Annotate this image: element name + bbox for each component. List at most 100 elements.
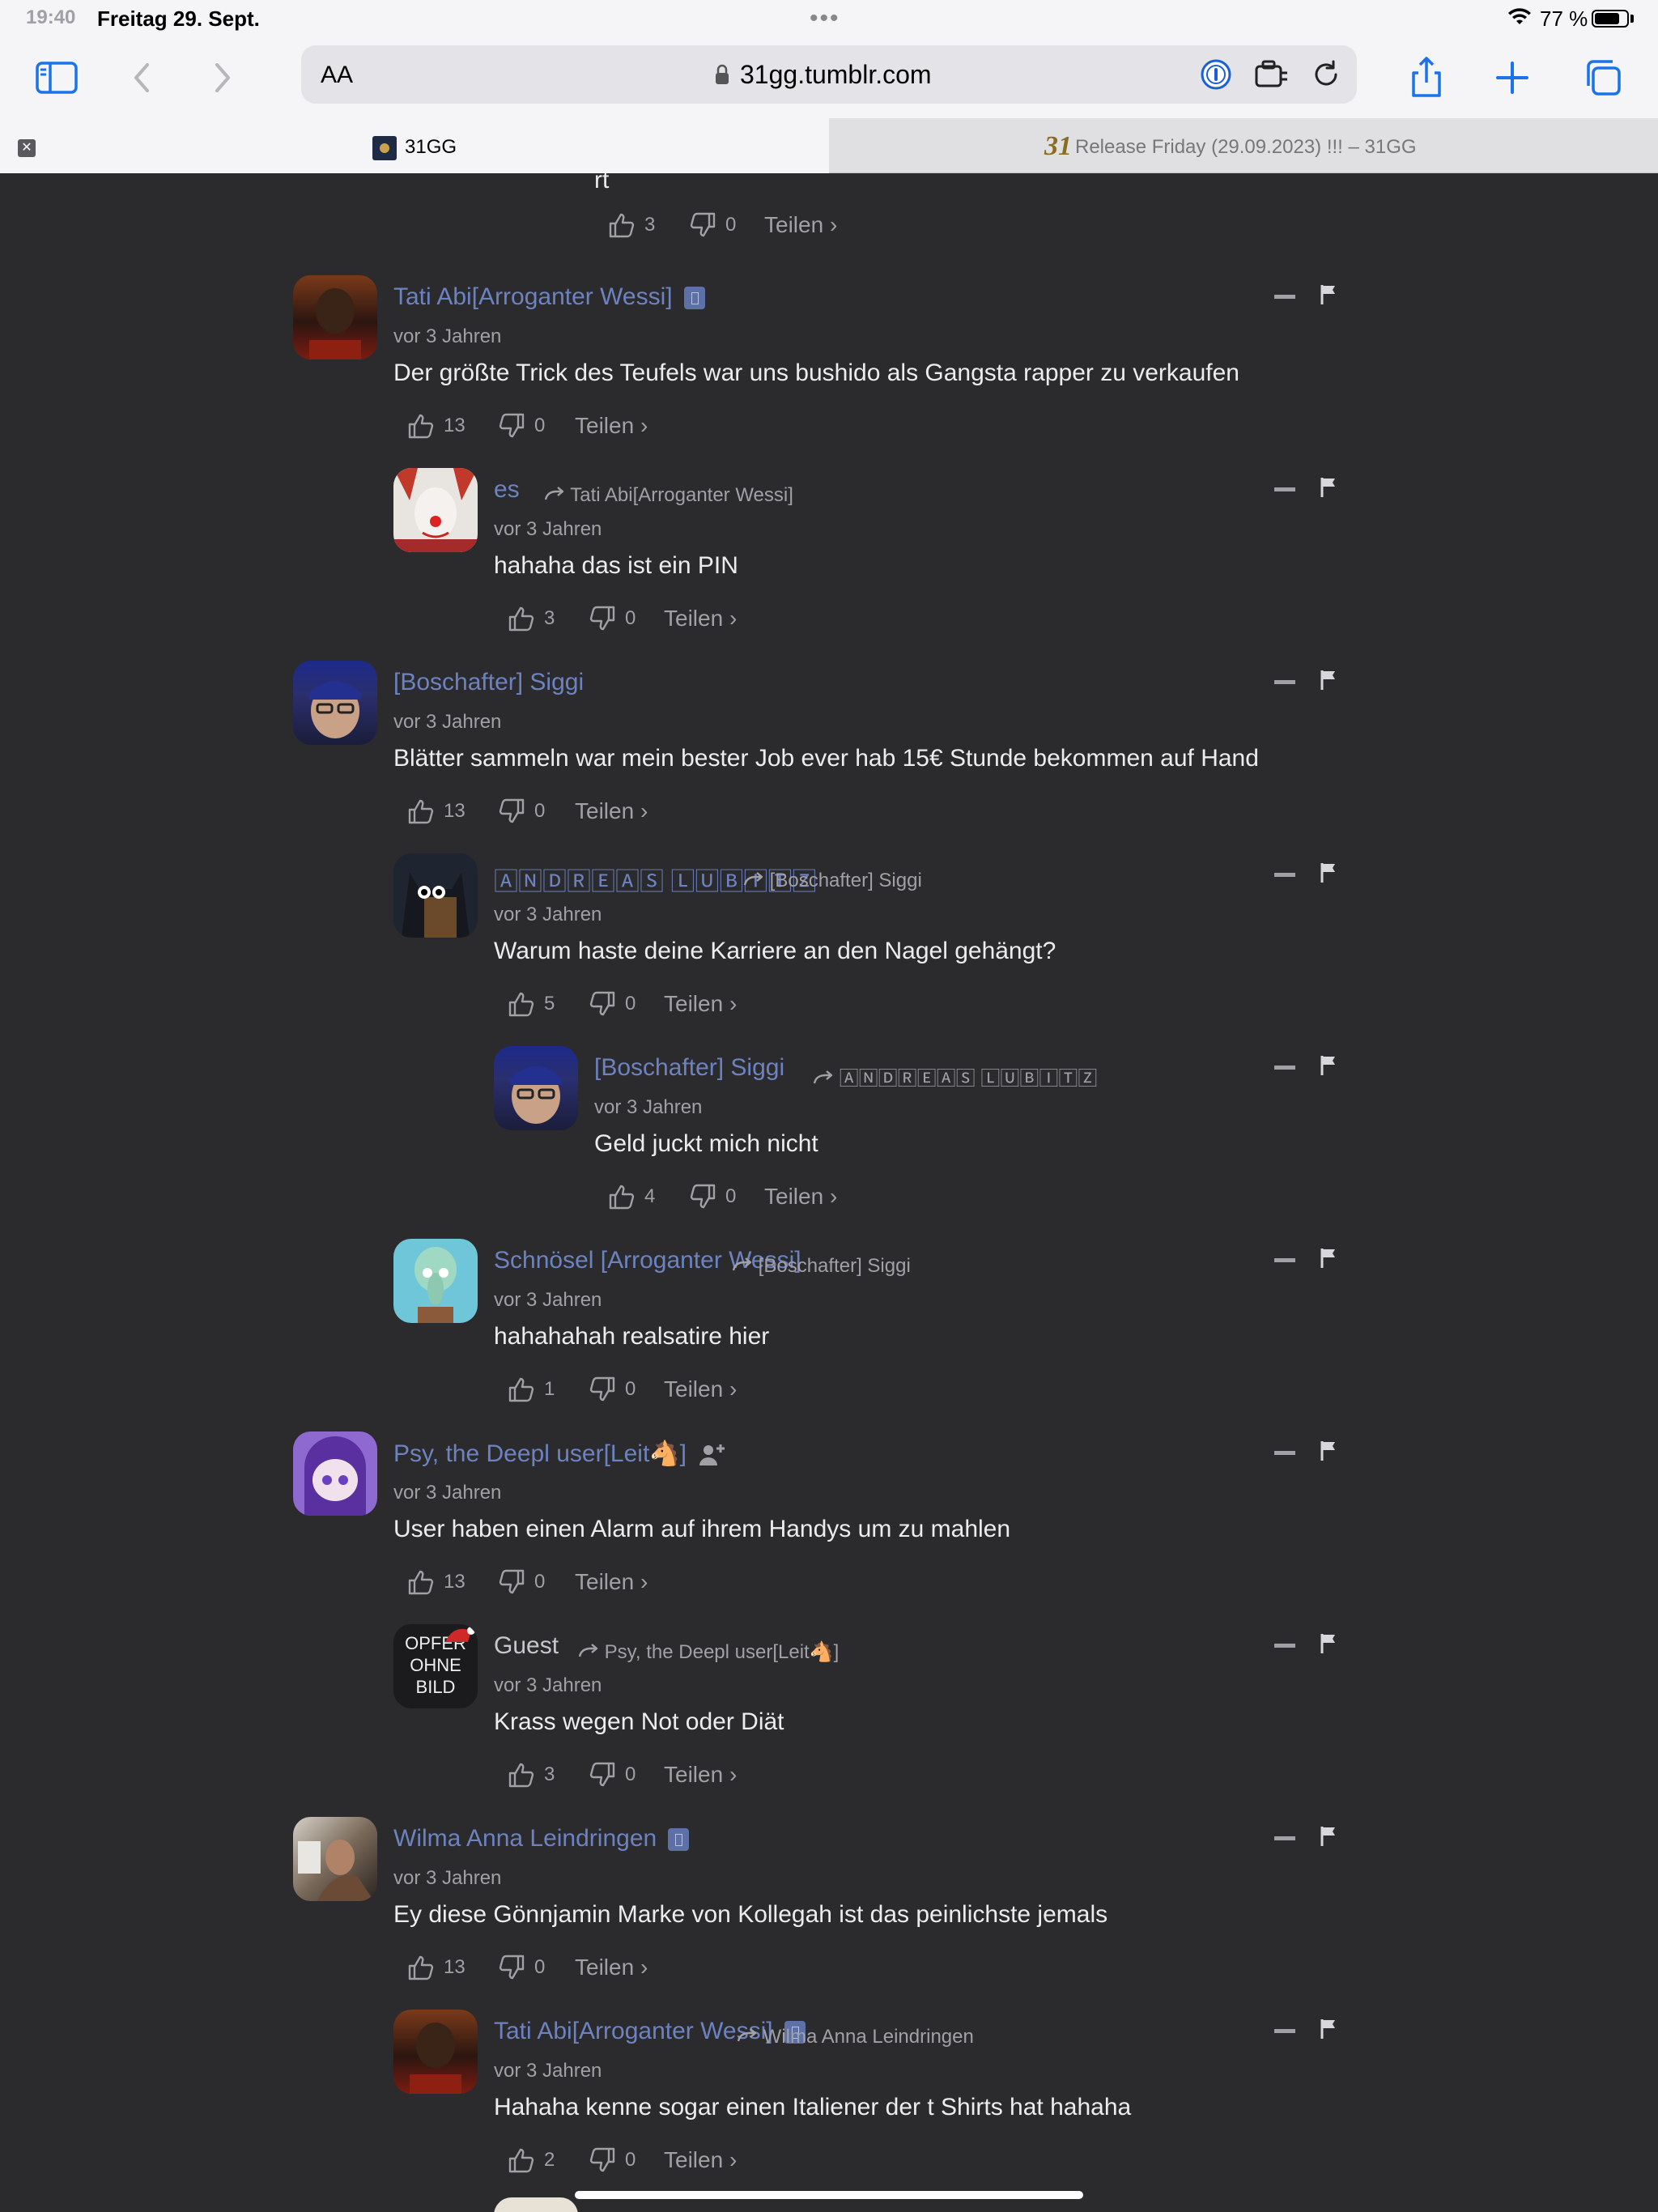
- flag-icon[interactable]: [1320, 669, 1337, 691]
- reply-to[interactable]: Wilma Anna Leindringen: [737, 2026, 974, 2048]
- tab-release-friday[interactable]: 31 Release Friday (29.09.2023) !!! – 31G…: [829, 118, 1658, 173]
- password-manager-icon[interactable]: [1200, 58, 1232, 91]
- url-text[interactable]: 31gg.tumblr.com: [740, 60, 932, 90]
- flag-icon[interactable]: [1320, 283, 1337, 306]
- like-button[interactable]: 2: [507, 2146, 555, 2175]
- reply-to[interactable]: Psy, the Deepl user[Leit🐴]: [578, 1640, 839, 1664]
- status-date: Freitag 29. Sept.: [97, 6, 260, 31]
- collapse-icon[interactable]: [1274, 295, 1295, 299]
- collapse-icon[interactable]: [1274, 1644, 1295, 1648]
- collapse-icon[interactable]: [1274, 2029, 1295, 2033]
- like-button[interactable]: 13: [406, 411, 466, 440]
- comment-time: vor 3 Jahren: [494, 1289, 602, 1311]
- collapse-icon[interactable]: [1274, 1836, 1295, 1840]
- flag-icon[interactable]: [1320, 861, 1337, 884]
- comment-author[interactable]: Psy, the Deepl user[Leit🐴]: [393, 1440, 725, 1468]
- reply-to[interactable]: 🄰🄽🄳🅁🄴🄰🅂 🄻🅄🄱🄸🅃🅉: [813, 1062, 1097, 1091]
- collapse-icon[interactable]: [1274, 1451, 1295, 1455]
- dislike-button[interactable]: 0: [688, 1182, 736, 1211]
- dislike-button[interactable]: 0: [588, 1760, 636, 1789]
- address-bar[interactable]: AA 31gg.tumblr.com: [301, 45, 1357, 104]
- reload-icon[interactable]: [1310, 58, 1342, 91]
- avatar[interactable]: [293, 661, 377, 745]
- new-tab-icon[interactable]: [1488, 53, 1537, 102]
- like-button[interactable]: 1: [507, 1375, 555, 1404]
- share-link[interactable]: Teilen ›: [664, 606, 737, 632]
- dislike-button[interactable]: 0: [588, 2146, 636, 2175]
- collapse-icon[interactable]: [1274, 873, 1295, 877]
- home-indicator[interactable]: [575, 2191, 1083, 2199]
- comment-author[interactable]: Wilma Anna Leindringen: [393, 1825, 690, 1853]
- like-button[interactable]: 13: [406, 1953, 466, 1982]
- avatar[interactable]: [293, 275, 377, 359]
- share-link[interactable]: Teilen ›: [664, 1762, 737, 1788]
- flag-icon[interactable]: [1320, 1247, 1337, 1270]
- share-link[interactable]: Teilen ›: [764, 1184, 837, 1210]
- flag-icon[interactable]: [1320, 1440, 1337, 1462]
- flag-icon[interactable]: [1320, 2018, 1337, 2040]
- avatar[interactable]: [494, 2197, 578, 2212]
- dislike-button[interactable]: 0: [588, 1375, 636, 1404]
- comment-author[interactable]: Tati Abi[Arroganter Wessi]: [393, 283, 705, 311]
- comment-reply: es Tati Abi[Arroganter Wessi] vor 3 Jahr…: [393, 468, 1346, 654]
- share-link[interactable]: Teilen ›: [575, 413, 648, 439]
- share-icon[interactable]: [1402, 53, 1451, 102]
- reader-options-button[interactable]: AA: [321, 62, 353, 89]
- collapse-icon[interactable]: [1274, 680, 1295, 684]
- share-link[interactable]: Teilen ›: [575, 1955, 648, 1980]
- share-link[interactable]: Teilen ›: [575, 1569, 648, 1595]
- avatar[interactable]: [494, 1046, 578, 1130]
- share-link[interactable]: Teilen ›: [664, 991, 737, 1017]
- comment-author[interactable]: [Boschafter] Siggi: [594, 1054, 784, 1082]
- tab-31gg[interactable]: ✕ 31GG: [0, 118, 829, 173]
- like-button[interactable]: 13: [406, 797, 466, 826]
- like-button[interactable]: 3: [607, 211, 655, 240]
- extension-icon[interactable]: [1253, 58, 1289, 91]
- flag-icon[interactable]: [1320, 1054, 1337, 1077]
- flag-icon[interactable]: [1320, 476, 1337, 499]
- avatar[interactable]: [393, 1239, 478, 1323]
- dislike-count: 0: [625, 993, 636, 1015]
- like-button[interactable]: 5: [507, 989, 555, 1019]
- share-link[interactable]: Teilen ›: [664, 1376, 737, 1402]
- dislike-button[interactable]: 0: [588, 604, 636, 633]
- dislike-button[interactable]: 0: [688, 211, 736, 240]
- dislike-button[interactable]: 0: [497, 797, 545, 826]
- like-button[interactable]: 4: [607, 1182, 655, 1211]
- like-button[interactable]: 13: [406, 1568, 466, 1597]
- like-button[interactable]: 3: [507, 604, 555, 633]
- comment-author[interactable]: es: [494, 476, 520, 504]
- dislike-button[interactable]: 0: [497, 411, 545, 440]
- tab-close-icon[interactable]: ✕: [18, 139, 36, 157]
- collapse-icon[interactable]: [1274, 1258, 1295, 1262]
- flag-icon[interactable]: [1320, 1632, 1337, 1655]
- avatar[interactable]: [293, 1817, 377, 1901]
- comment-reply: Schnösel [Arroganter Wessi] [Boschafter]…: [393, 1239, 1346, 1425]
- reply-to[interactable]: [Boschafter] Siggi: [743, 870, 922, 892]
- back-icon[interactable]: [118, 53, 167, 102]
- collapse-icon[interactable]: [1274, 487, 1295, 491]
- reply-to[interactable]: [Boschafter] Siggi: [732, 1255, 911, 1278]
- wifi-icon: [1508, 8, 1531, 24]
- comment-author[interactable]: [Boschafter] Siggi: [393, 669, 584, 696]
- flag-icon[interactable]: [1320, 1825, 1337, 1848]
- forward-icon[interactable]: [198, 53, 246, 102]
- avatar[interactable]: OPFER OHNE BILD: [393, 1624, 478, 1708]
- multitasking-dots-icon[interactable]: •••: [810, 5, 840, 32]
- dislike-button[interactable]: 0: [497, 1953, 545, 1982]
- share-link[interactable]: Teilen ›: [764, 212, 837, 238]
- dislike-button[interactable]: 0: [588, 989, 636, 1019]
- share-link[interactable]: Teilen ›: [575, 798, 648, 824]
- avatar[interactable]: [393, 468, 478, 552]
- comment-author[interactable]: Guest: [494, 1632, 559, 1660]
- dislike-button[interactable]: 0: [497, 1568, 545, 1597]
- reply-to[interactable]: Tati Abi[Arroganter Wessi]: [544, 484, 793, 507]
- like-button[interactable]: 3: [507, 1760, 555, 1789]
- collapse-icon[interactable]: [1274, 1066, 1295, 1070]
- share-link[interactable]: Teilen ›: [664, 2147, 737, 2173]
- avatar[interactable]: [393, 853, 478, 938]
- avatar[interactable]: [393, 2010, 478, 2094]
- tabs-overview-icon[interactable]: [1579, 53, 1627, 102]
- avatar[interactable]: [293, 1431, 377, 1516]
- sidebar-icon[interactable]: [32, 53, 81, 102]
